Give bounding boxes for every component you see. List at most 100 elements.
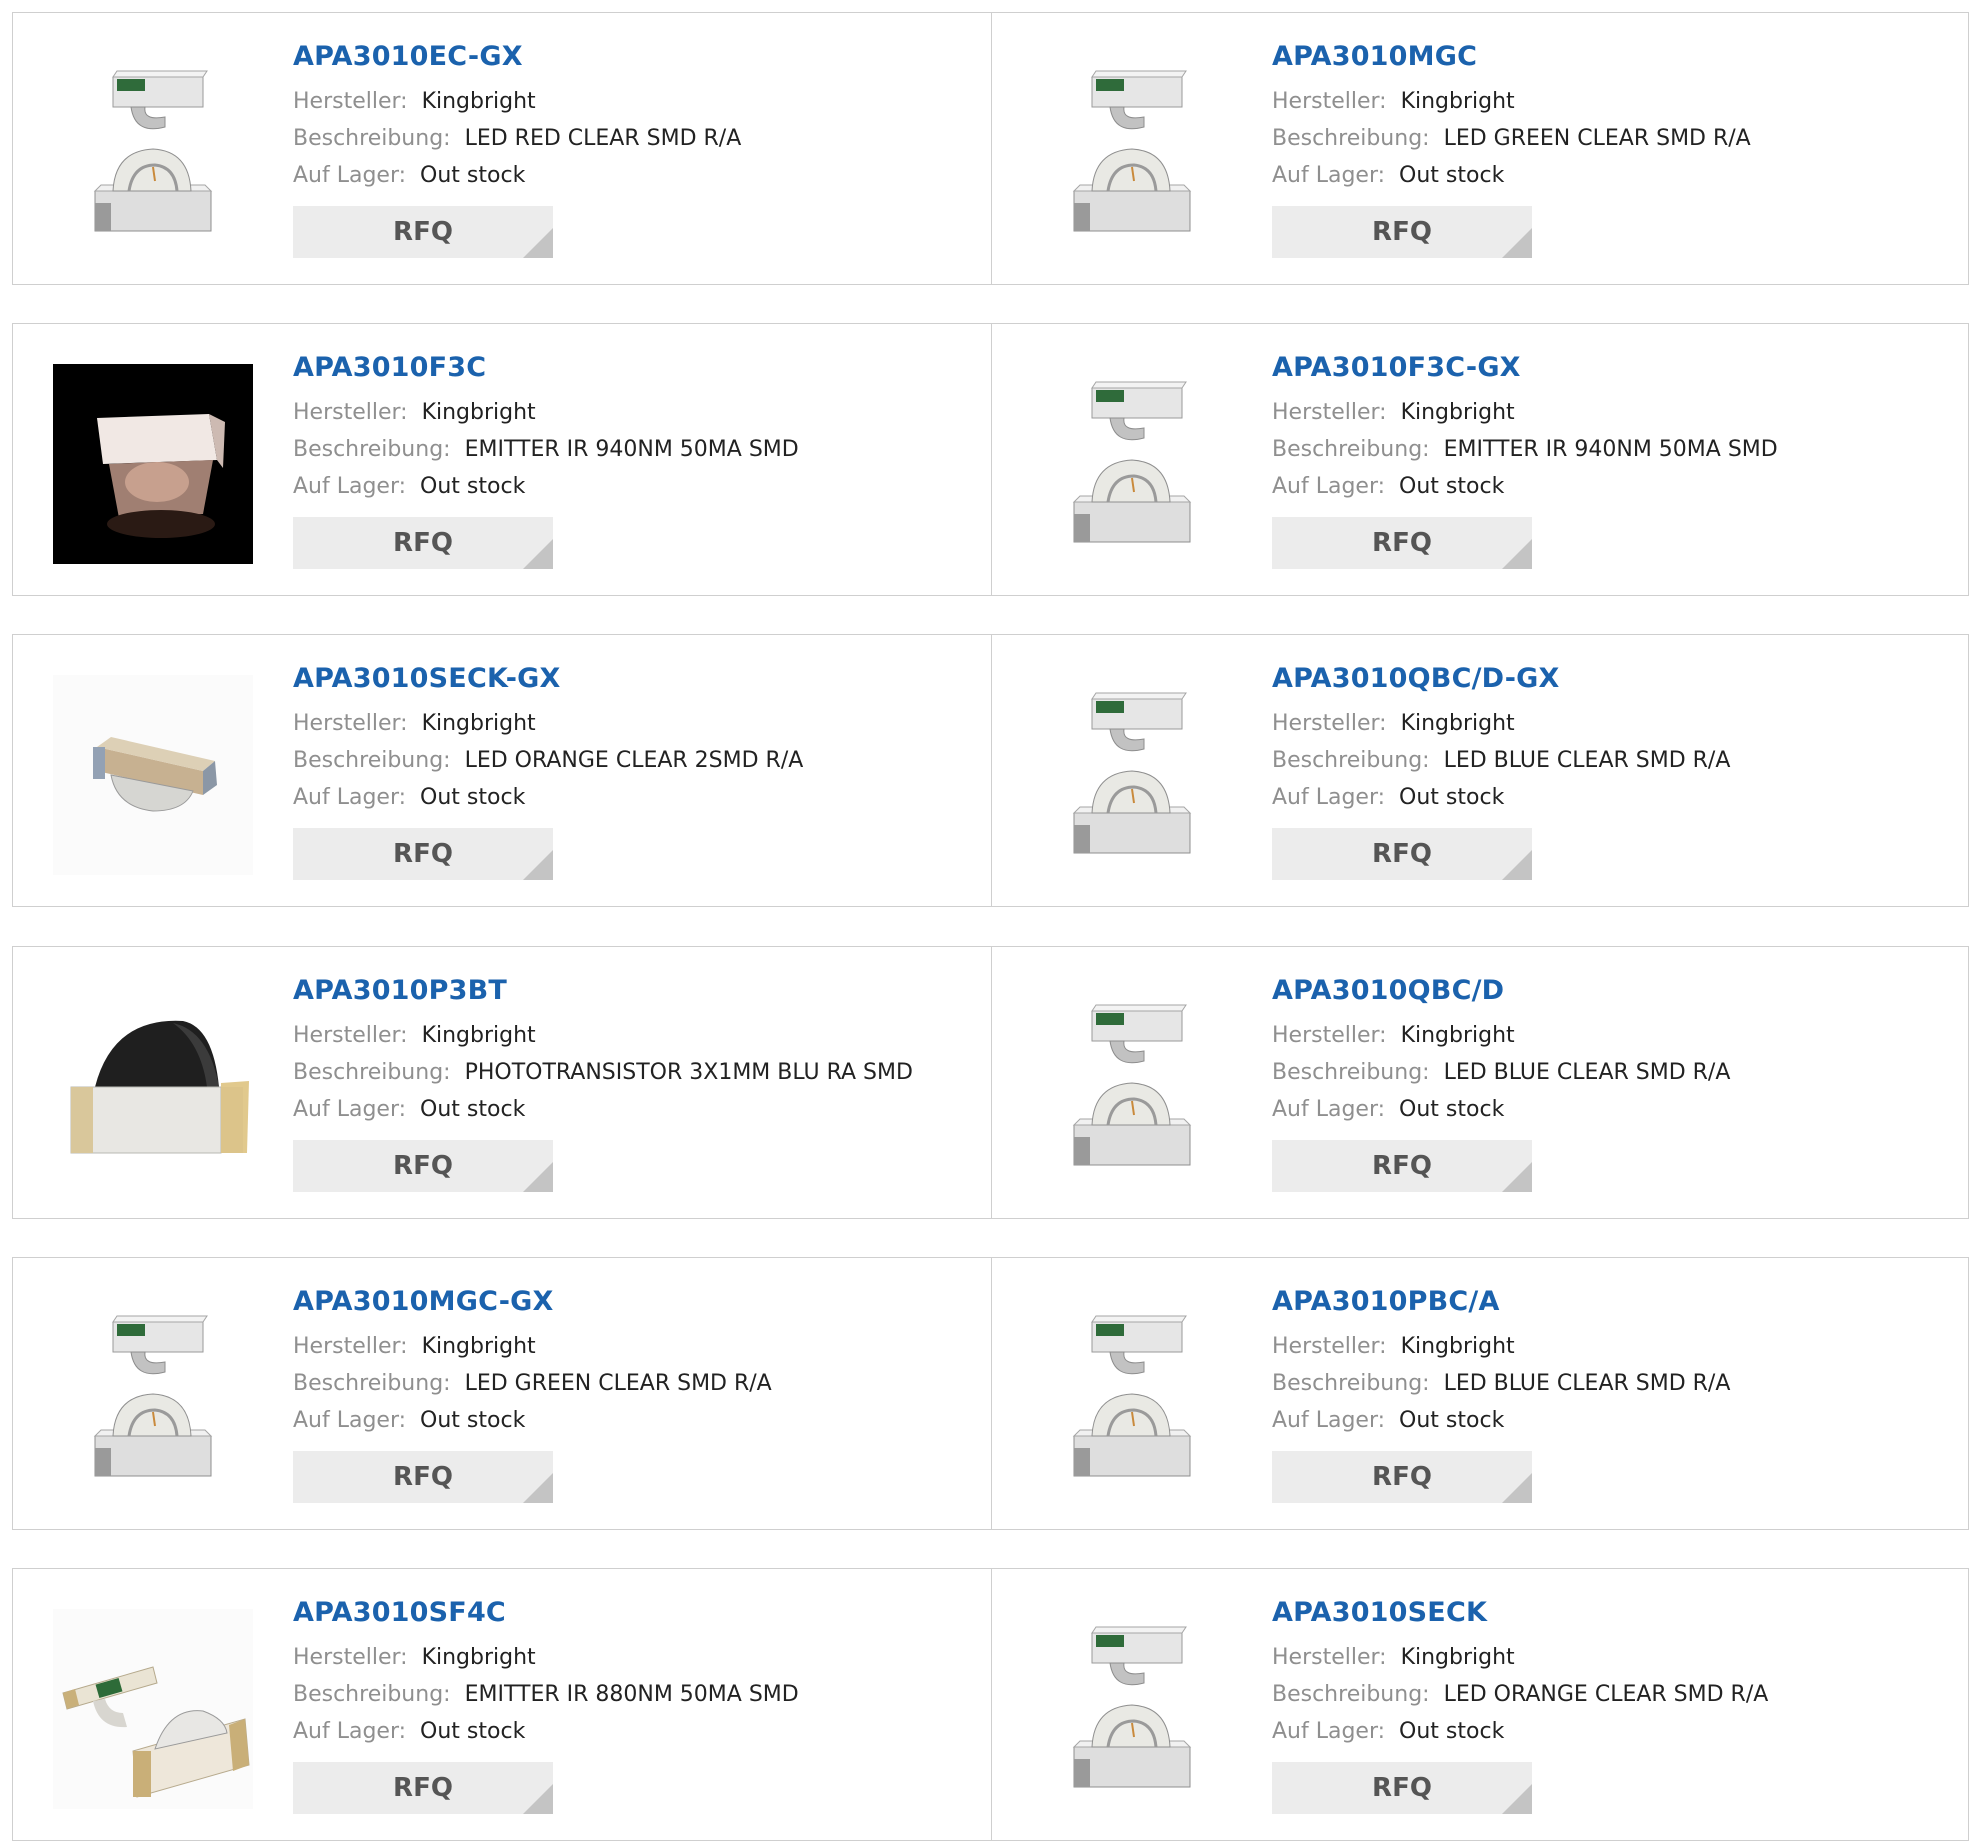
part-number-link[interactable]: APA3010EC-GX <box>293 41 981 72</box>
product-image[interactable] <box>1032 987 1232 1187</box>
rfq-button[interactable]: RFQ <box>1272 828 1532 881</box>
corner-fold-icon <box>1502 1162 1532 1193</box>
description-line: Beschreibung: EMITTER IR 940NM 50MA SMD <box>1272 431 1960 468</box>
part-number-link[interactable]: APA3010MGC <box>1272 41 1960 72</box>
rfq-button[interactable]: RFQ <box>293 1762 553 1815</box>
rfq-button[interactable]: RFQ <box>293 1451 553 1504</box>
manufacturer-line: Hersteller: Kingbright <box>1272 1639 1960 1676</box>
description-value: LED ORANGE CLEAR 2SMD R/A <box>464 748 804 774</box>
manufacturer-value: Kingbright <box>1400 1645 1515 1671</box>
manufacturer-label: Hersteller: <box>1272 1645 1387 1671</box>
part-number-link[interactable]: APA3010SECK-GX <box>293 663 981 694</box>
part-number-link[interactable]: APA3010QBC/D <box>1272 975 1960 1006</box>
product-info: APA3010SECK-GX Hersteller: Kingbright Bes… <box>293 663 981 881</box>
product-image[interactable] <box>1032 1298 1232 1498</box>
stock-value: Out stock <box>420 474 526 500</box>
description-line: Beschreibung: LED BLUE CLEAR SMD R/A <box>1272 1365 1960 1402</box>
manufacturer-value: Kingbright <box>421 711 536 737</box>
rfq-button[interactable]: RFQ <box>293 206 553 259</box>
description-value: PHOTOTRANSISTOR 3X1MM BLU RA SMD <box>464 1060 913 1086</box>
manufacturer-label: Hersteller: <box>293 89 408 115</box>
manufacturer-value: Kingbright <box>1400 400 1515 426</box>
part-number-link[interactable]: APA3010SECK <box>1272 1597 1960 1628</box>
description-value: LED ORANGE CLEAR SMD R/A <box>1443 1682 1769 1708</box>
stock-label: Auf Lager: <box>1272 1719 1386 1745</box>
product-image[interactable] <box>53 1609 253 1809</box>
stock-line: Auf Lager: Out stock <box>293 1713 981 1750</box>
description-label: Beschreibung: <box>1272 748 1430 774</box>
corner-fold-icon <box>1502 850 1532 881</box>
rfq-button-label: RFQ <box>393 1462 453 1493</box>
corner-fold-icon <box>523 1784 553 1815</box>
rfq-button[interactable]: RFQ <box>1272 517 1532 570</box>
product-card: APA3010SECK-GX Hersteller: Kingbright Bes… <box>13 635 991 906</box>
stock-label: Auf Lager: <box>293 1097 407 1123</box>
product-card: APA3010MGC Hersteller: Kingbright Beschre… <box>991 13 1969 284</box>
description-label: Beschreibung: <box>293 1682 451 1708</box>
product-image[interactable] <box>1032 364 1232 564</box>
manufacturer-line: Hersteller: Kingbright <box>293 394 981 431</box>
stock-value: Out stock <box>1399 163 1505 189</box>
stock-line: Auf Lager: Out stock <box>1272 468 1960 505</box>
corner-fold-icon <box>1502 1473 1532 1504</box>
description-value: LED GREEN CLEAR SMD R/A <box>1443 126 1751 152</box>
manufacturer-value: Kingbright <box>421 89 536 115</box>
rfq-button[interactable]: RFQ <box>1272 1140 1532 1193</box>
product-image[interactable] <box>53 364 253 564</box>
product-card: APA3010PBC/A Hersteller: Kingbright Besch… <box>991 1258 1969 1529</box>
stock-label: Auf Lager: <box>1272 474 1386 500</box>
description-value: LED BLUE CLEAR SMD R/A <box>1443 748 1731 774</box>
product-image[interactable] <box>1032 675 1232 875</box>
rfq-button[interactable]: RFQ <box>1272 1451 1532 1504</box>
manufacturer-label: Hersteller: <box>293 1023 408 1049</box>
product-image[interactable] <box>1032 1609 1232 1809</box>
stock-value: Out stock <box>1399 1719 1505 1745</box>
manufacturer-value: Kingbright <box>1400 89 1515 115</box>
part-number-link[interactable]: APA3010MGC-GX <box>293 1286 981 1317</box>
product-card: APA3010F3C-GX Hersteller: Kingbright Besc… <box>991 324 1969 595</box>
part-number-link[interactable]: APA3010SF4C <box>293 1597 981 1628</box>
stock-line: Auf Lager: Out stock <box>1272 1402 1960 1439</box>
product-card: APA3010P3BT Hersteller: Kingbright Beschr… <box>13 947 991 1218</box>
product-image[interactable] <box>53 675 253 875</box>
rfq-button[interactable]: RFQ <box>1272 206 1532 259</box>
product-image[interactable] <box>53 53 253 253</box>
rfq-button[interactable]: RFQ <box>1272 1762 1532 1815</box>
stock-line: Auf Lager: Out stock <box>293 468 981 505</box>
product-image[interactable] <box>53 987 253 1187</box>
part-number-link[interactable]: APA3010QBC/D-GX <box>1272 663 1960 694</box>
product-info: APA3010P3BT Hersteller: Kingbright Beschr… <box>293 975 981 1193</box>
part-number-link[interactable]: APA3010PBC/A <box>1272 1286 1960 1317</box>
manufacturer-value: Kingbright <box>1400 1334 1515 1360</box>
rfq-button[interactable]: RFQ <box>293 517 553 570</box>
product-image[interactable] <box>53 1298 253 1498</box>
product-info: APA3010F3C-GX Hersteller: Kingbright Besc… <box>1272 352 1960 570</box>
manufacturer-label: Hersteller: <box>1272 1023 1387 1049</box>
rfq-button-label: RFQ <box>393 839 453 870</box>
description-label: Beschreibung: <box>1272 437 1430 463</box>
description-value: EMITTER IR 940NM 50MA SMD <box>1443 437 1778 463</box>
product-image[interactable] <box>1032 53 1232 253</box>
product-info: APA3010MGC Hersteller: Kingbright Beschre… <box>1272 41 1960 259</box>
stock-line: Auf Lager: Out stock <box>293 157 981 194</box>
manufacturer-line: Hersteller: Kingbright <box>1272 394 1960 431</box>
rfq-button[interactable]: RFQ <box>293 1140 553 1193</box>
part-number-link[interactable]: APA3010F3C-GX <box>1272 352 1960 383</box>
description-label: Beschreibung: <box>293 437 451 463</box>
manufacturer-value: Kingbright <box>421 1334 536 1360</box>
product-grid: APA3010EC-GX Hersteller: Kingbright Besch… <box>0 0 1969 1841</box>
stock-label: Auf Lager: <box>293 785 407 811</box>
rfq-button[interactable]: RFQ <box>293 828 553 881</box>
product-card: APA3010MGC-GX Hersteller: Kingbright Besc… <box>13 1258 991 1529</box>
rfq-button-label: RFQ <box>393 1773 453 1804</box>
stock-line: Auf Lager: Out stock <box>1272 157 1960 194</box>
stock-value: Out stock <box>420 785 526 811</box>
description-value: LED BLUE CLEAR SMD R/A <box>1443 1060 1731 1086</box>
description-label: Beschreibung: <box>293 126 451 152</box>
part-number-link[interactable]: APA3010F3C <box>293 352 981 383</box>
stock-line: Auf Lager: Out stock <box>1272 1713 1960 1750</box>
part-number-link[interactable]: APA3010P3BT <box>293 975 981 1006</box>
stock-label: Auf Lager: <box>293 474 407 500</box>
corner-fold-icon <box>523 1162 553 1193</box>
description-value: LED GREEN CLEAR SMD R/A <box>464 1371 772 1397</box>
